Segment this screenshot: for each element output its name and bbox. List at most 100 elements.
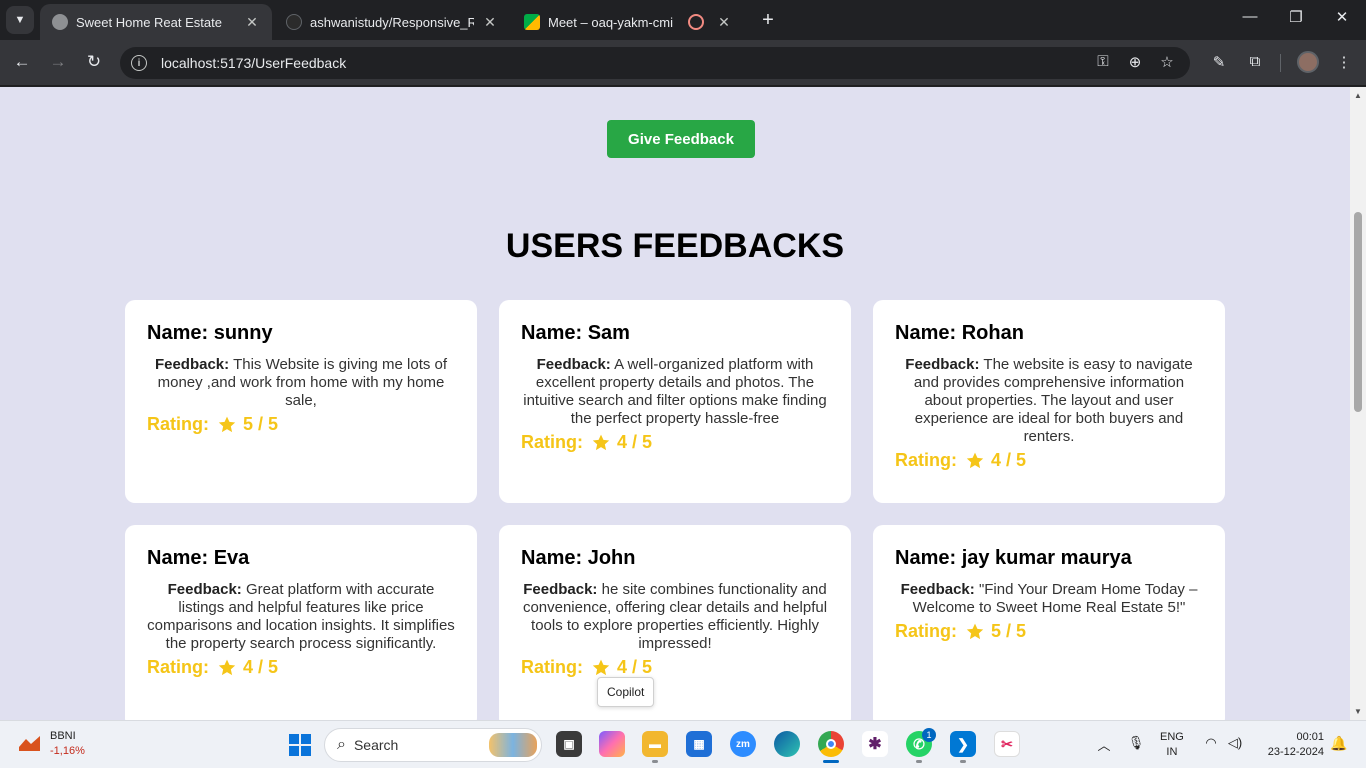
- rating-value: 4 / 5: [617, 432, 653, 452]
- pen-icon[interactable]: ✎: [1208, 53, 1230, 71]
- close-tab-icon[interactable]: ✕: [482, 14, 498, 31]
- search-icon: ⌕: [337, 736, 346, 753]
- bookmark-star-icon[interactable]: ☆: [1156, 53, 1178, 71]
- taskbar-search-box[interactable]: ⌕ Search: [324, 728, 542, 762]
- give-feedback-button[interactable]: Give Feedback: [607, 120, 755, 158]
- feedback-card: Name: Rohan Feedback: The website is eas…: [873, 300, 1225, 503]
- feedback-label: Feedback:: [154, 356, 230, 373]
- tab-title: ashwanistudy/Responsive_Rider: [310, 14, 474, 30]
- scroll-down-arrow-icon[interactable]: ▼: [1350, 707, 1366, 716]
- profile-avatar[interactable]: [1297, 51, 1319, 73]
- minimize-icon[interactable]: —: [1238, 8, 1262, 25]
- file-explorer-icon[interactable]: ▬: [642, 731, 668, 757]
- volume-icon[interactable]: ◁): [1226, 735, 1244, 751]
- windows-taskbar: BBNI -1,16% ⌕ Search ▣ ▬ ▦ zm ✱ ✆ 1 ❯ ✂ …: [0, 720, 1366, 768]
- notification-bell-icon[interactable]: 🔔: [1330, 735, 1347, 752]
- rating-value: 5 / 5: [991, 621, 1027, 641]
- running-indicator: [652, 760, 658, 763]
- system-clock[interactable]: 00:01 23-12-2024: [1258, 730, 1324, 760]
- card-name: Name: jay kumar maurya: [895, 547, 1132, 569]
- card-name: Name: Rohan: [895, 322, 1024, 344]
- zoom-app-icon[interactable]: zm: [730, 731, 756, 757]
- language-indicator[interactable]: ENG IN: [1160, 730, 1184, 760]
- chrome-icon[interactable]: [818, 731, 844, 757]
- microphone-icon[interactable]: 🎙: [1127, 735, 1145, 751]
- section-title: USERS FEEDBACKS: [505, 227, 845, 265]
- extensions-icon[interactable]: ⧉: [1244, 53, 1266, 70]
- back-icon[interactable]: ←: [11, 52, 33, 72]
- restore-icon[interactable]: ❐: [1284, 8, 1308, 26]
- running-indicator: [916, 760, 922, 763]
- tray-chevron-up-icon[interactable]: ︿: [1095, 735, 1113, 754]
- meet-icon: [524, 14, 540, 30]
- card-rating: Rating: 5 / 5: [147, 414, 455, 435]
- browser-toolbar: ← → ↻ i localhost:5173/UserFeedback ⚿ ⊕ …: [0, 40, 1366, 86]
- snipping-tool-icon[interactable]: ✂: [994, 731, 1020, 757]
- slack-icon[interactable]: ✱: [862, 731, 888, 757]
- close-window-icon[interactable]: ✕: [1330, 8, 1354, 26]
- scroll-up-arrow-icon[interactable]: ▲: [1350, 91, 1366, 100]
- card-feedback: Feedback: "Find Your Dream Home Today – …: [895, 581, 1203, 617]
- address-bar[interactable]: i localhost:5173/UserFeedback ⚿ ⊕ ☆: [120, 47, 1190, 79]
- feedback-label: Feedback:: [167, 581, 242, 598]
- rating-label: Rating:: [521, 657, 583, 677]
- rating-value: 4 / 5: [617, 657, 653, 677]
- feedback-card: Name: Eva Feedback: Great platform with …: [125, 525, 477, 720]
- forward-icon[interactable]: →: [47, 52, 69, 72]
- rating-label: Rating:: [147, 414, 209, 434]
- star-icon: [217, 658, 237, 678]
- clock-time: 00:01: [1296, 731, 1324, 743]
- star-icon: [591, 658, 611, 678]
- feedback-label: Feedback:: [536, 356, 611, 373]
- feedback-card: Name: sunny Feedback: This Website is gi…: [125, 300, 477, 503]
- tab-github[interactable]: ashwanistudy/Responsive_Rider ✕: [274, 4, 510, 40]
- tab-sweet-home[interactable]: Sweet Home Reat Estate ✕: [40, 4, 272, 40]
- github-icon: [286, 14, 302, 30]
- card-rating: Rating: 4 / 5: [895, 450, 1203, 471]
- stock-symbol: BBNI: [50, 730, 76, 742]
- windows-start-icon[interactable]: [287, 732, 313, 758]
- page-viewport: Give Feedback USERS FEEDBACKS Name: sunn…: [0, 87, 1350, 720]
- card-name: Name: John: [521, 547, 636, 569]
- chevron-down-icon: ▼: [14, 14, 26, 26]
- tab-title: Sweet Home Reat Estate: [76, 14, 222, 30]
- close-tab-icon[interactable]: ✕: [716, 14, 732, 31]
- task-view-icon[interactable]: ▣: [556, 731, 582, 757]
- toolbar-divider: [1280, 54, 1281, 72]
- feedback-label: Feedback:: [905, 356, 980, 373]
- page-scrollbar[interactable]: ▲ ▼: [1350, 87, 1366, 720]
- active-app-indicator: [823, 760, 839, 763]
- rating-label: Rating:: [895, 621, 957, 641]
- key-icon[interactable]: ⚿: [1092, 53, 1114, 70]
- card-rating: Rating: 4 / 5: [147, 657, 455, 678]
- lang-line-2: IN: [1166, 746, 1178, 758]
- wifi-icon[interactable]: ◠: [1202, 735, 1220, 751]
- rating-label: Rating:: [895, 450, 957, 470]
- scroll-thumb[interactable]: [1354, 212, 1362, 412]
- menu-icon[interactable]: ⋮: [1333, 53, 1355, 71]
- store-icon[interactable]: ▦: [686, 731, 712, 757]
- lang-line-1: ENG: [1160, 731, 1184, 743]
- vscode-icon[interactable]: ❯: [950, 731, 976, 757]
- card-name: Name: Sam: [521, 322, 630, 344]
- clock-date: 23-12-2024: [1267, 746, 1324, 758]
- stock-widget[interactable]: BBNI -1,16%: [18, 729, 85, 759]
- zoom-icon[interactable]: ⊕: [1124, 53, 1146, 71]
- feedback-label: Feedback:: [900, 581, 975, 598]
- card-rating: Rating: 4 / 5: [521, 657, 829, 678]
- edge-icon[interactable]: [774, 731, 800, 757]
- reload-icon[interactable]: ↻: [83, 52, 105, 72]
- search-label: Search: [353, 737, 399, 753]
- search-highlight-image: [489, 733, 537, 757]
- tab-search-button[interactable]: ▼: [6, 6, 34, 34]
- rating-value: 4 / 5: [991, 450, 1027, 470]
- card-rating: Rating: 4 / 5: [521, 432, 829, 453]
- copilot-icon[interactable]: [599, 731, 625, 757]
- tab-meet[interactable]: Meet – oaq-yakm-cmi ✕: [512, 4, 744, 40]
- card-name: Name: sunny: [147, 322, 273, 344]
- star-icon: [965, 622, 985, 642]
- new-tab-button[interactable]: +: [758, 10, 778, 30]
- close-tab-icon[interactable]: ✕: [244, 14, 260, 31]
- stock-change: -1,16%: [50, 745, 85, 757]
- site-info-icon[interactable]: i: [131, 55, 147, 71]
